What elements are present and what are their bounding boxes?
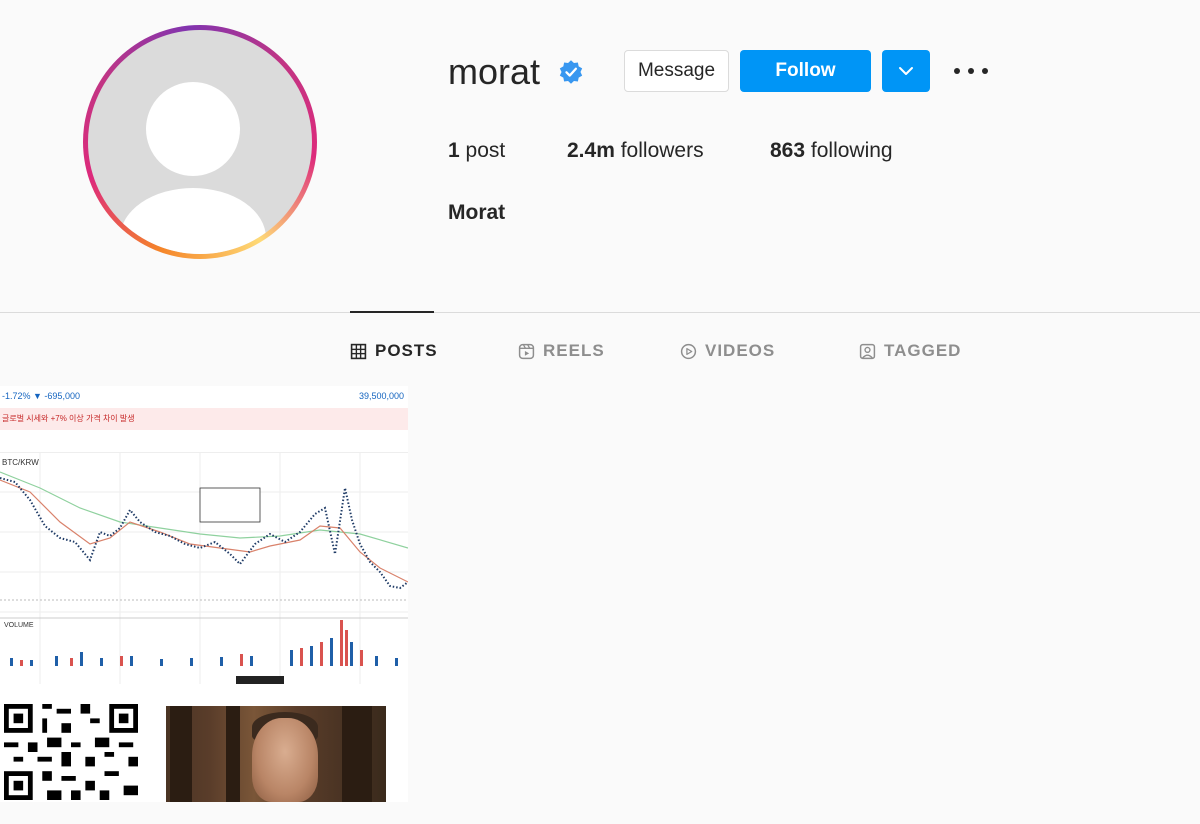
more-dot bbox=[968, 68, 974, 74]
chart-header: -1.72% ▼ -695,000 39,500,000 bbox=[0, 386, 408, 408]
chart-volume-label: VOLUME bbox=[4, 622, 34, 629]
chart-toolbar bbox=[0, 430, 408, 453]
tab-tagged-label: TAGGED bbox=[884, 341, 962, 360]
qr-code-image bbox=[4, 704, 138, 800]
chart-price-right: 39,500,000 bbox=[358, 391, 404, 401]
full-name: Morat bbox=[448, 201, 506, 224]
bookshelf-shape bbox=[170, 706, 192, 802]
tab-tagged[interactable]: TAGGED bbox=[859, 340, 961, 362]
followers-stat[interactable]: 2.4m followers bbox=[567, 139, 704, 163]
reels-icon bbox=[518, 343, 535, 359]
post-thumbnail[interactable]: -1.72% ▼ -695,000 39,500,000 글로벌 시세와 +7%… bbox=[0, 386, 408, 802]
more-options-icon[interactable] bbox=[954, 58, 988, 84]
suggested-dropdown-button[interactable] bbox=[882, 50, 930, 92]
tab-reels[interactable]: REELS bbox=[518, 340, 605, 362]
verified-badge-icon bbox=[559, 60, 583, 84]
play-icon bbox=[680, 343, 697, 359]
following-count: 863 bbox=[770, 139, 806, 162]
avatar-head-shape bbox=[146, 82, 240, 176]
tab-posts-label: POSTS bbox=[375, 341, 438, 360]
candlestick-chart-image bbox=[0, 452, 408, 684]
posts-label: post bbox=[465, 139, 506, 162]
active-tab-indicator bbox=[350, 311, 434, 313]
posts-count-stat: 1 post bbox=[448, 139, 505, 163]
chart-alert: 글로벌 시세와 +7% 이상 가격 차이 발생 bbox=[0, 408, 408, 430]
tabs-divider bbox=[0, 312, 1200, 313]
more-dot bbox=[954, 68, 960, 74]
tab-videos-label: VIDEOS bbox=[705, 341, 776, 360]
tab-videos[interactable]: VIDEOS bbox=[680, 340, 775, 362]
followers-label: followers bbox=[620, 139, 704, 162]
video-frame-image bbox=[166, 706, 386, 802]
follow-button[interactable]: Follow bbox=[740, 50, 871, 92]
username: morat bbox=[448, 51, 541, 92]
chart-price-change: -1.72% ▼ -695,000 bbox=[2, 391, 80, 401]
person-face-shape bbox=[252, 718, 318, 802]
more-dot bbox=[982, 68, 988, 74]
bookshelf-shape bbox=[226, 706, 240, 802]
bookshelf-shape bbox=[342, 706, 372, 802]
tab-reels-label: REELS bbox=[543, 341, 605, 360]
tab-posts[interactable]: POSTS bbox=[350, 340, 438, 362]
tagged-icon bbox=[859, 343, 876, 359]
posts-count: 1 bbox=[448, 139, 460, 162]
message-button[interactable]: Message bbox=[624, 50, 729, 92]
avatar-body-shape bbox=[120, 188, 266, 254]
profile-avatar-ring[interactable] bbox=[83, 25, 317, 259]
avatar[interactable] bbox=[88, 30, 312, 254]
chevron-down-icon bbox=[899, 67, 913, 75]
following-stat[interactable]: 863 following bbox=[770, 139, 893, 163]
chart-pair-label: BTC/KRW bbox=[2, 458, 39, 467]
grid-icon bbox=[350, 343, 367, 359]
followers-count: 2.4m bbox=[567, 139, 615, 162]
following-label: following bbox=[810, 139, 893, 162]
